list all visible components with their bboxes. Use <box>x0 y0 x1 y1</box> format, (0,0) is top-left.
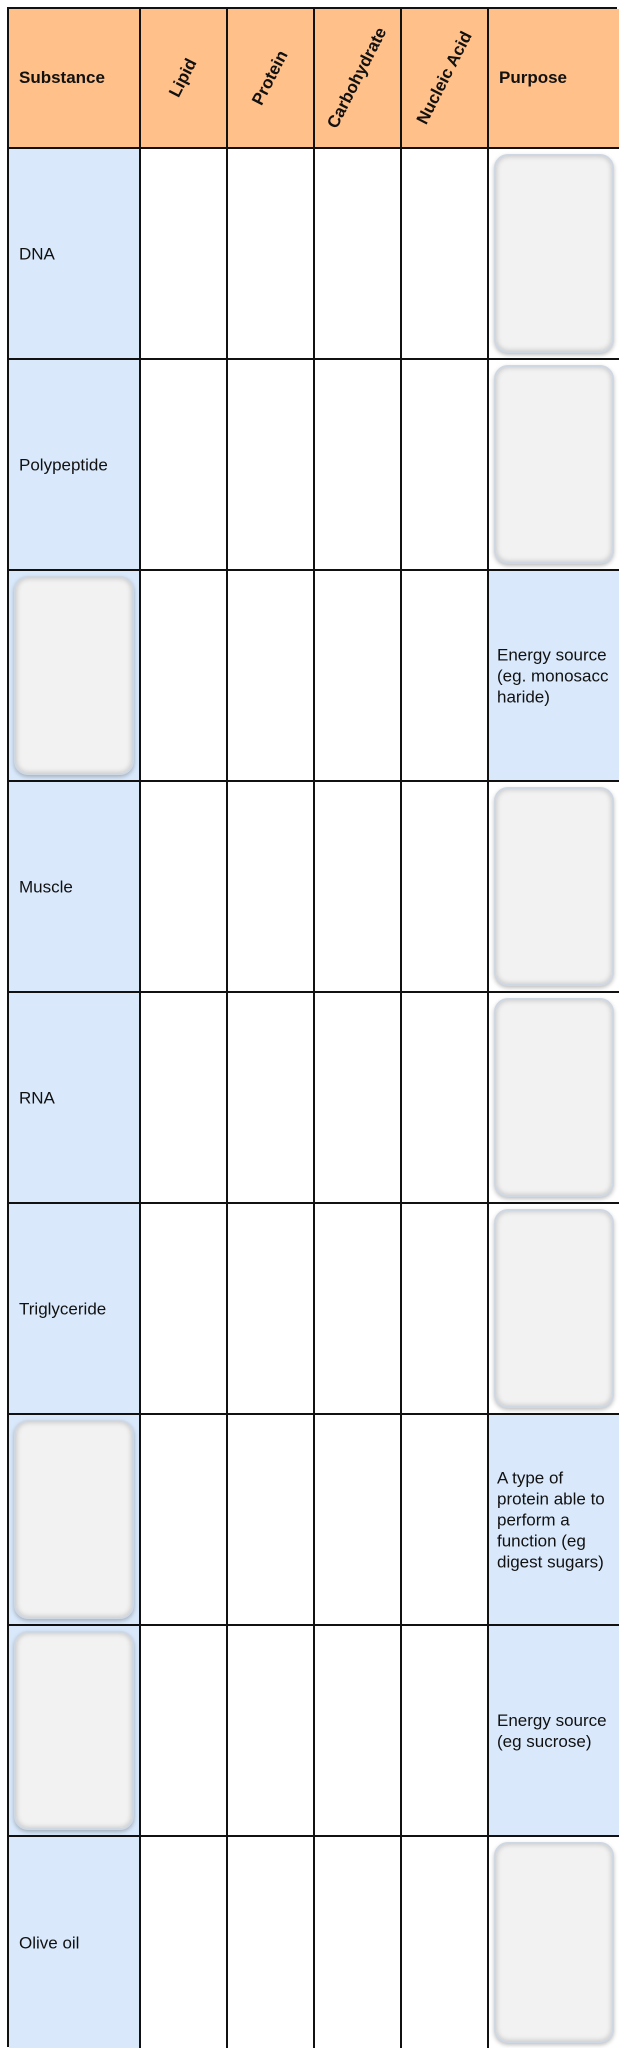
nucleic-acid-answer-cell[interactable] <box>402 1204 489 1415</box>
nucleic-acid-answer-cell[interactable] <box>402 360 489 571</box>
substance-cell: Olive oil <box>9 1837 141 2048</box>
substance-drop-zone[interactable] <box>14 1631 134 1830</box>
header-purpose-label: Purpose <box>499 68 568 87</box>
substance-label: Triglyceride <box>19 1299 107 1318</box>
purpose-cell <box>489 782 619 993</box>
header-carbohydrate: Carbohydrate <box>315 9 402 149</box>
header-nucleic-acid-label: Nucleic Acid <box>412 28 476 128</box>
substance-cell: DNA <box>9 149 141 360</box>
header-lipid-label: Lipid <box>165 55 201 101</box>
carbohydrate-answer-cell[interactable] <box>315 1204 402 1415</box>
lipid-answer-cell[interactable] <box>141 993 228 1204</box>
header-nucleic-acid: Nucleic Acid <box>402 9 489 149</box>
purpose-drop-zone[interactable] <box>494 365 614 564</box>
substance-drop-zone[interactable] <box>14 576 134 775</box>
substance-cell: RNA <box>9 993 141 1204</box>
nucleic-acid-answer-cell[interactable] <box>402 782 489 993</box>
purpose-drop-zone[interactable] <box>494 1842 614 2043</box>
protein-answer-cell[interactable] <box>228 1626 315 1837</box>
substance-label: Muscle <box>19 877 73 896</box>
lipid-answer-cell[interactable] <box>141 782 228 993</box>
substance-drop-zone[interactable] <box>14 1420 134 1619</box>
carbohydrate-answer-cell[interactable] <box>315 782 402 993</box>
header-substance: Substance <box>9 9 141 149</box>
header-protein: Protein <box>228 9 315 149</box>
lipid-answer-cell[interactable] <box>141 149 228 360</box>
carbohydrate-answer-cell[interactable] <box>315 993 402 1204</box>
nucleic-acid-answer-cell[interactable] <box>402 149 489 360</box>
nucleic-acid-answer-cell[interactable] <box>402 1415 489 1626</box>
substance-cell: Polypeptide <box>9 360 141 571</box>
macromolecule-worksheet-table: Substance Lipid Protein Carbohydrate Nuc… <box>7 7 619 2048</box>
carbohydrate-answer-cell[interactable] <box>315 1837 402 2048</box>
purpose-cell: Energy source (eg. monosaccharide) <box>489 571 619 782</box>
protein-answer-cell[interactable] <box>228 993 315 1204</box>
purpose-cell: A type of protein able to perform a func… <box>489 1415 619 1626</box>
carbohydrate-answer-cell[interactable] <box>315 1626 402 1837</box>
header-substance-label: Substance <box>19 68 105 87</box>
purpose-cell <box>489 1204 619 1415</box>
protein-answer-cell[interactable] <box>228 782 315 993</box>
substance-label: DNA <box>19 244 55 263</box>
lipid-answer-cell[interactable] <box>141 1626 228 1837</box>
nucleic-acid-answer-cell[interactable] <box>402 993 489 1204</box>
nucleic-acid-answer-cell[interactable] <box>402 1837 489 2048</box>
substance-cell: Triglyceride <box>9 1204 141 1415</box>
purpose-cell <box>489 1837 619 2048</box>
purpose-drop-zone[interactable] <box>494 1209 614 1408</box>
substance-cell <box>9 1626 141 1837</box>
lipid-answer-cell[interactable] <box>141 1837 228 2048</box>
protein-answer-cell[interactable] <box>228 1415 315 1626</box>
substance-label: Olive oil <box>19 1933 80 1952</box>
carbohydrate-answer-cell[interactable] <box>315 149 402 360</box>
carbohydrate-answer-cell[interactable] <box>315 1415 402 1626</box>
purpose-label: Energy source (eg sucrose) <box>497 1710 607 1751</box>
lipid-answer-cell[interactable] <box>141 571 228 782</box>
carbohydrate-answer-cell[interactable] <box>315 571 402 782</box>
protein-answer-cell[interactable] <box>228 360 315 571</box>
purpose-cell <box>489 993 619 1204</box>
header-carbohydrate-label: Carbohydrate <box>323 24 391 132</box>
protein-answer-cell[interactable] <box>228 1204 315 1415</box>
nucleic-acid-answer-cell[interactable] <box>402 1626 489 1837</box>
substance-cell <box>9 571 141 782</box>
header-lipid: Lipid <box>141 9 228 149</box>
lipid-answer-cell[interactable] <box>141 1415 228 1626</box>
protein-answer-cell[interactable] <box>228 149 315 360</box>
purpose-drop-zone[interactable] <box>494 998 614 1197</box>
substance-cell <box>9 1415 141 1626</box>
purpose-label: Energy source (eg. monosaccharide) <box>497 645 609 706</box>
purpose-drop-zone[interactable] <box>494 787 614 986</box>
purpose-label: A type of protein able to perform a func… <box>497 1468 605 1571</box>
header-protein-label: Protein <box>248 47 292 109</box>
lipid-answer-cell[interactable] <box>141 360 228 571</box>
substance-label: RNA <box>19 1088 55 1107</box>
lipid-answer-cell[interactable] <box>141 1204 228 1415</box>
purpose-cell <box>489 360 619 571</box>
purpose-cell <box>489 149 619 360</box>
header-purpose: Purpose <box>489 9 619 149</box>
protein-answer-cell[interactable] <box>228 571 315 782</box>
purpose-cell: Energy source (eg sucrose) <box>489 1626 619 1837</box>
protein-answer-cell[interactable] <box>228 1837 315 2048</box>
nucleic-acid-answer-cell[interactable] <box>402 571 489 782</box>
substance-cell: Muscle <box>9 782 141 993</box>
substance-label: Polypeptide <box>19 455 108 474</box>
carbohydrate-answer-cell[interactable] <box>315 360 402 571</box>
purpose-drop-zone[interactable] <box>494 154 614 353</box>
